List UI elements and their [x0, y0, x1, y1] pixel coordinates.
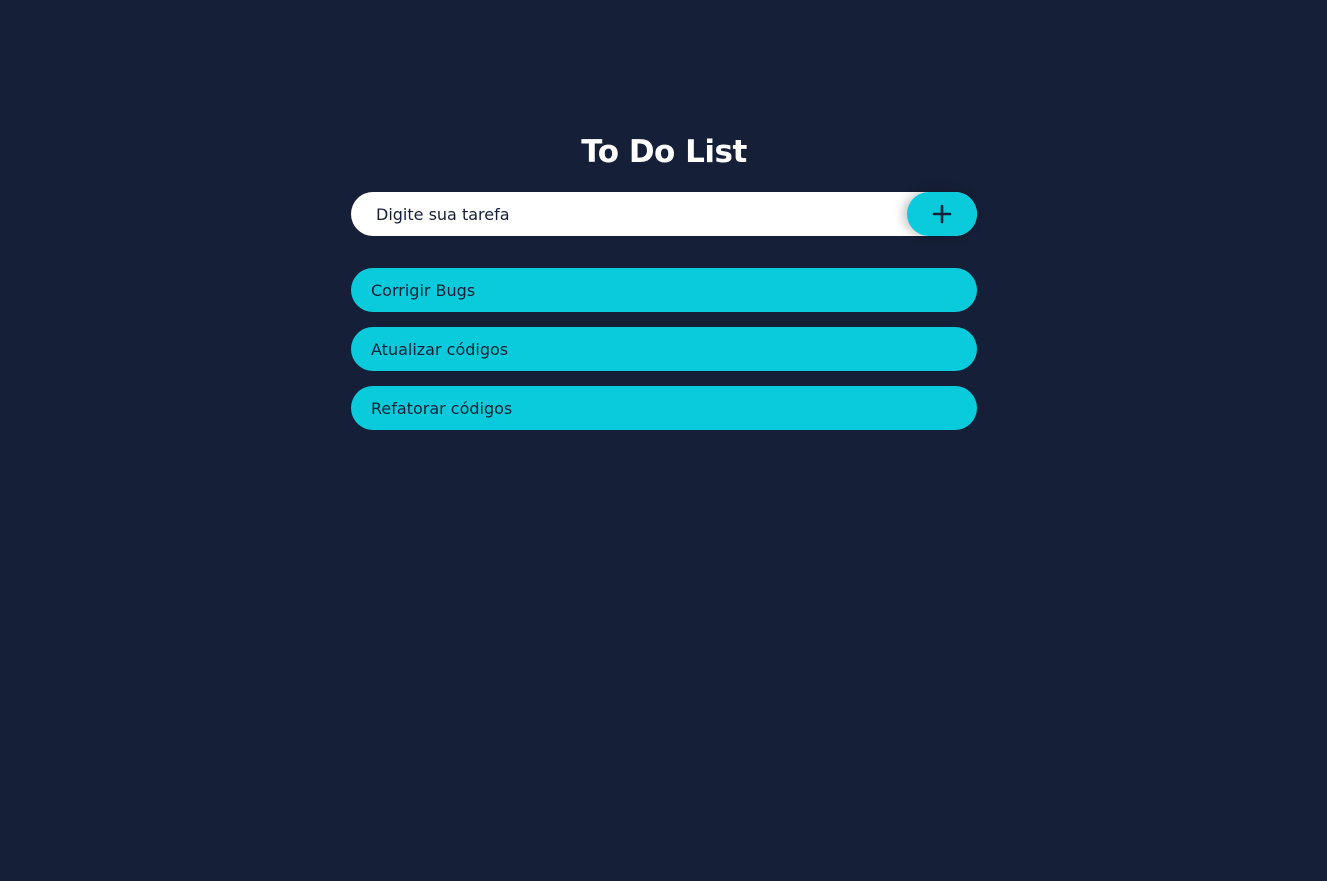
task-label: Corrigir Bugs: [371, 280, 476, 300]
task-item[interactable]: Corrigir Bugs: [351, 268, 977, 312]
task-label: Atualizar códigos: [371, 339, 509, 359]
task-item[interactable]: Atualizar códigos: [351, 327, 977, 371]
task-label: Refatorar códigos: [371, 398, 513, 418]
plus-icon: [932, 204, 952, 224]
task-input-row: [351, 192, 977, 236]
add-task-button[interactable]: [907, 192, 977, 236]
task-input[interactable]: [351, 192, 977, 236]
task-list: Corrigir Bugs Atualizar códigos Refatora…: [351, 268, 977, 430]
todo-app: To Do List Corrigir Bugs Atualizar códig…: [351, 128, 977, 445]
task-item[interactable]: Refatorar códigos: [351, 386, 977, 430]
page-title: To Do List: [581, 134, 747, 170]
